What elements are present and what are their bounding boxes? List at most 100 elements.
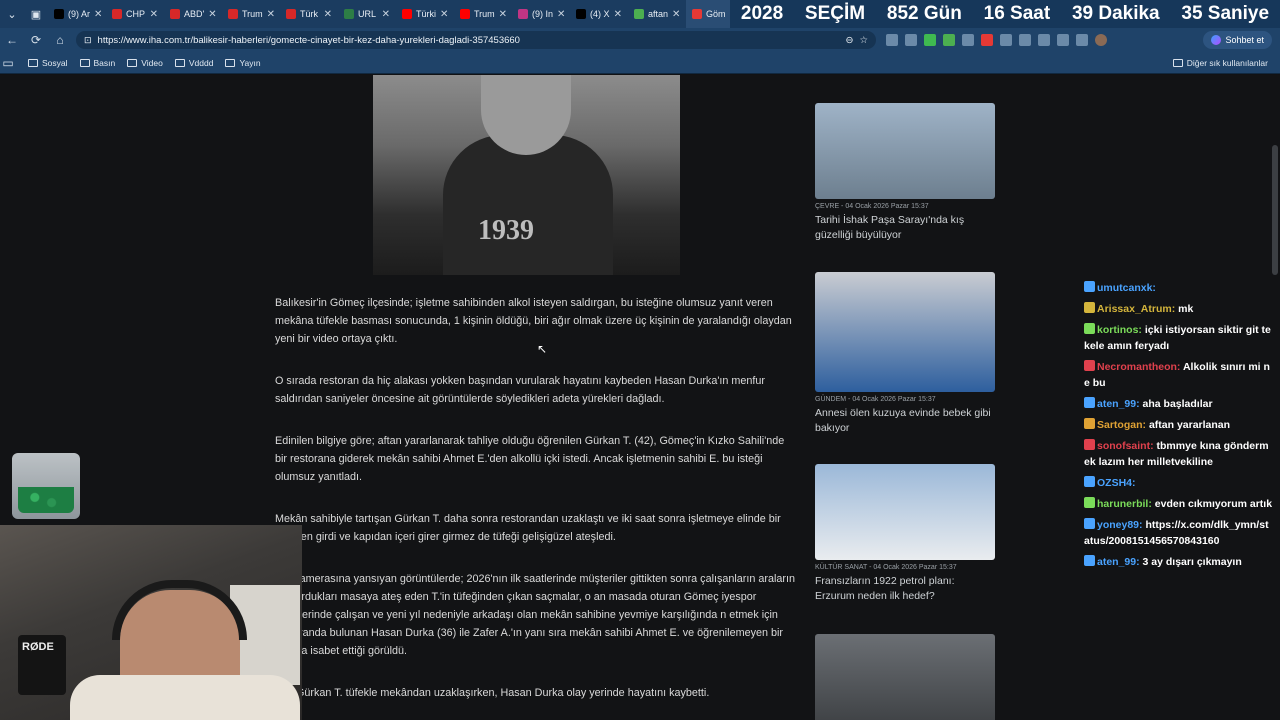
- extension-icon[interactable]: [962, 34, 974, 46]
- zoom-icon[interactable]: ⊖: [846, 35, 854, 46]
- browser-tab[interactable]: ABD' ✕: [164, 0, 222, 28]
- copilot-chat-button[interactable]: Sohbet et: [1203, 31, 1272, 49]
- chat-username[interactable]: Necromantheon:: [1097, 361, 1180, 373]
- article-p2: O sırada restoran da hiç alakası yokken …: [275, 375, 765, 405]
- bookmark-label: Video: [141, 57, 163, 68]
- chat-username[interactable]: Arissax_Atrum:: [1097, 303, 1175, 315]
- collections-icon[interactable]: [1057, 34, 1069, 46]
- tab-favicon-icon: [170, 9, 180, 19]
- browser-tab[interactable]: (9) Ar ✕: [48, 0, 106, 28]
- related-news-card[interactable]: KÜLTÜR SANAT - 04 Ocak 2026 Pazar 15:37 F…: [815, 464, 995, 604]
- browser-tab[interactable]: (9) In ✕: [512, 0, 570, 28]
- home-icon[interactable]: ⌂: [48, 28, 72, 52]
- bead-jar-overlay: [12, 453, 80, 519]
- related-news-card[interactable]: GÜNDEM - 04 Ocak 2026 Pazar 15:37 Annesi …: [815, 272, 995, 436]
- browser-tab[interactable]: Türki ✕: [396, 0, 454, 28]
- browser-tab[interactable]: Türk ✕: [280, 0, 338, 28]
- news-thumbnail[interactable]: [815, 464, 995, 560]
- tab-close-icon[interactable]: ✕: [557, 9, 565, 20]
- extension-icon[interactable]: [924, 34, 936, 46]
- news-title-link[interactable]: Annesi ölen kuzuya evinde bebek gibi bak…: [815, 406, 995, 436]
- bookmark-label: Yayın: [239, 57, 261, 68]
- favorites-icon[interactable]: [1038, 34, 1050, 46]
- chat-username[interactable]: kortinos:: [1097, 324, 1142, 336]
- tab-close-icon[interactable]: ✕: [208, 9, 216, 20]
- extensions-puzzle-icon[interactable]: [1000, 34, 1012, 46]
- url-field[interactable]: ⊡ https://www.iha.com.tr/balikesir-haber…: [76, 31, 876, 49]
- tab-label: (4) X: [590, 9, 610, 19]
- news-thumbnail[interactable]: [815, 634, 995, 720]
- news-thumbnail[interactable]: [815, 103, 995, 199]
- favorite-star-icon[interactable]: ☆: [859, 35, 868, 46]
- tab-menu-chevron-icon[interactable]: ⌄: [0, 0, 24, 28]
- related-news-card[interactable]: ÇEVRE - 04 Ocak 2026 Pazar 15:37 Tarihi İ…: [815, 103, 995, 243]
- other-favorites-folder[interactable]: Diğer sık kullanılanlar: [1172, 58, 1268, 68]
- chat-username[interactable]: Sartogan:: [1097, 419, 1146, 431]
- tab-close-icon[interactable]: ✕: [267, 9, 275, 20]
- chat-username[interactable]: OZSH4:: [1097, 477, 1136, 489]
- bookmark-folder[interactable]: Yayın: [225, 57, 261, 68]
- folder-icon: [225, 58, 236, 67]
- hero-shirt-print: 1939: [478, 215, 534, 246]
- tab-close-icon[interactable]: ✕: [440, 9, 448, 20]
- chat-username[interactable]: aten_99:: [1097, 398, 1140, 410]
- chat-badge-icon: [1084, 518, 1095, 529]
- chat-username[interactable]: yoney89:: [1097, 519, 1143, 531]
- tab-label: Türki: [416, 9, 436, 19]
- chat-username[interactable]: aten_99:: [1097, 556, 1140, 568]
- tab-favicon-icon: [692, 9, 702, 19]
- chat-message: Sartogan: aftan yararlanan: [1084, 417, 1274, 433]
- chat-text: aftan yararlanan: [1148, 419, 1231, 431]
- bookmark-label: Vdddd: [188, 57, 214, 68]
- copilot-icon: [1211, 35, 1222, 45]
- browser-tab[interactable]: Trum ✕: [222, 0, 280, 28]
- bookmark-folder[interactable]: Sosyal: [28, 58, 68, 68]
- more-icon[interactable]: [1076, 34, 1088, 46]
- tab-label: Trum: [242, 9, 263, 19]
- tab-favicon-icon: [228, 9, 238, 19]
- bookmark-folder[interactable]: Vdddd: [174, 57, 214, 68]
- news-title-link[interactable]: Fransızların 1922 petrol planı: Erzurum …: [815, 574, 995, 604]
- tab-close-icon[interactable]: ✕: [672, 9, 680, 20]
- tab-close-icon[interactable]: ✕: [324, 9, 332, 20]
- extension-icon[interactable]: [886, 34, 898, 46]
- chat-username[interactable]: harunerbil:: [1097, 498, 1152, 510]
- chat-text: evden cıkmıyorum artık: [1154, 498, 1273, 510]
- browser-tab[interactable]: URL ✕: [338, 0, 396, 28]
- reload-icon[interactable]: ⟳: [24, 28, 48, 52]
- extension-icon[interactable]: [905, 34, 917, 46]
- tab-close-icon[interactable]: ✕: [382, 9, 390, 20]
- tab-label: Trum: [474, 9, 495, 19]
- extension-icon[interactable]: [981, 34, 993, 46]
- chat-username[interactable]: umutcanxk:: [1097, 282, 1156, 294]
- tab-close-icon[interactable]: ✕: [94, 9, 102, 20]
- tab-close-icon[interactable]: ✕: [499, 9, 507, 20]
- browser-tab[interactable]: CHP ✕: [106, 0, 164, 28]
- page-scrollbar[interactable]: [1272, 145, 1278, 275]
- bookmark-folder[interactable]: Basın: [79, 57, 116, 68]
- browser-tab[interactable]: Trum ✕: [454, 0, 512, 28]
- tab-close-icon[interactable]: ✕: [150, 9, 158, 20]
- bookmark-folder[interactable]: Video: [127, 58, 163, 68]
- bookmark-label: Basın: [93, 57, 116, 68]
- split-screen-icon[interactable]: [1019, 34, 1031, 46]
- chat-text: mk: [1178, 303, 1194, 315]
- site-info-icon[interactable]: ⊡: [84, 35, 92, 46]
- news-title-link[interactable]: Tarihi İshak Paşa Sarayı'nda kış güzelli…: [815, 213, 995, 243]
- extension-icon[interactable]: [943, 34, 955, 46]
- workspaces-icon[interactable]: ▣: [24, 0, 48, 28]
- chat-message: harunerbil: evden cıkmıyorum artık: [1084, 496, 1274, 512]
- streamer-shirt: [70, 675, 300, 720]
- profile-avatar[interactable]: [1095, 34, 1107, 46]
- bookmarks-menu-icon[interactable]: ▭: [0, 51, 16, 75]
- related-news-card[interactable]: [815, 634, 995, 720]
- browser-tab[interactable]: (4) X ✕: [570, 0, 628, 28]
- chat-text: 3 ay dışarı çıkmayın: [1142, 556, 1242, 568]
- chat-message: OZSH4:: [1084, 475, 1274, 491]
- back-icon[interactable]: ←: [0, 28, 24, 52]
- news-thumbnail[interactable]: [815, 272, 995, 392]
- browser-tab[interactable]: aftan ✕: [628, 0, 686, 28]
- tab-close-icon[interactable]: ✕: [614, 9, 622, 20]
- chat-username[interactable]: sonofsaint:: [1097, 440, 1154, 452]
- chat-message: aten_99: aha başladılar: [1084, 396, 1274, 412]
